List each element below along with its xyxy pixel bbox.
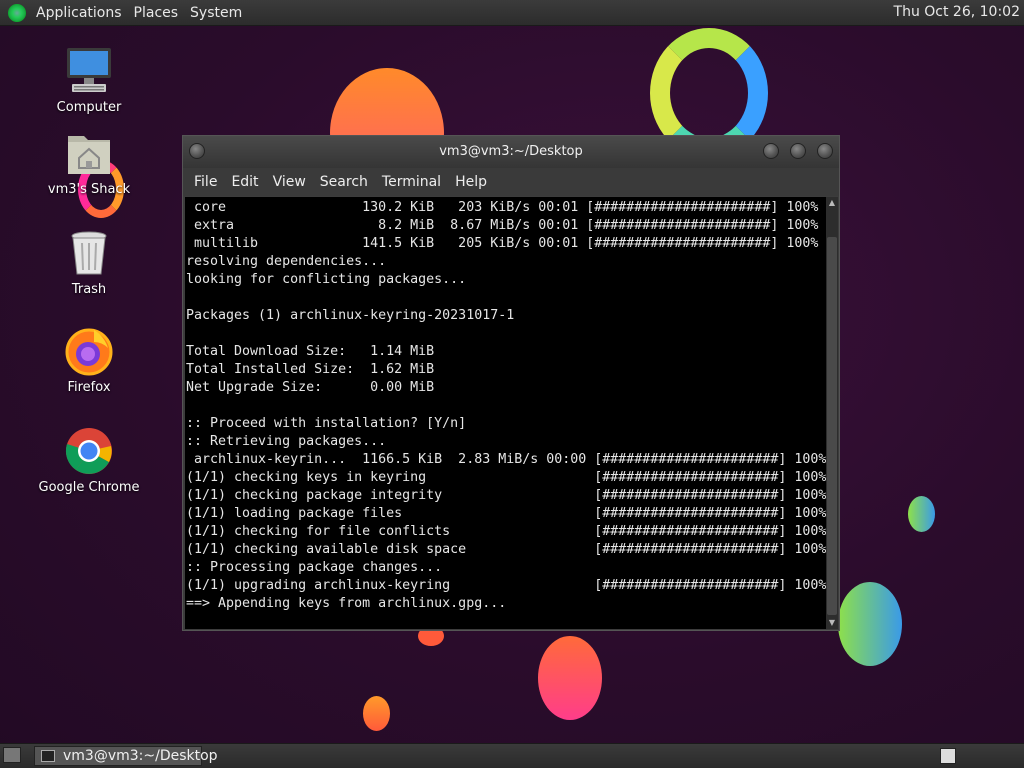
terminal-line: multilib 141.5 KiB 205 KiB/s 00:01 [####… — [186, 236, 819, 251]
bottom-panel: vm3@vm3:~/Desktop — [0, 743, 1024, 768]
window-title: vm3@vm3:~/Desktop — [439, 144, 583, 159]
scrollbar-thumb[interactable] — [827, 237, 837, 615]
terminal-line: :: Proceed with installation? [Y/n] — [186, 416, 467, 431]
scroll-down-icon[interactable]: ▼ — [826, 617, 838, 629]
desktop-icon-chrome[interactable]: Google Chrome — [34, 426, 144, 495]
wallpaper-small-green — [908, 496, 935, 532]
desktop-icon-label: Computer — [56, 100, 122, 115]
menu-file[interactable]: File — [187, 174, 224, 190]
terminal-line: ==> Appending keys from archlinux.gpg... — [186, 596, 507, 611]
terminal-line: extra 8.2 MiB 8.67 MiB/s 00:01 [########… — [186, 218, 819, 233]
menu-terminal[interactable]: Terminal — [375, 174, 448, 190]
terminal-line: looking for conflicting packages... — [186, 272, 467, 287]
firefox-icon — [64, 326, 114, 376]
terminal-line: archlinux-keyrin... 1166.5 KiB 2.83 MiB/… — [186, 452, 826, 467]
menu-view[interactable]: View — [266, 174, 313, 190]
terminal-line: (1/1) checking package integrity [######… — [186, 488, 826, 503]
desktop-icon-label: vm3's Shack — [47, 182, 131, 197]
desktop-icon-label: Google Chrome — [38, 480, 140, 495]
terminal-text: core 130.2 KiB 203 KiB/s 00:01 [########… — [185, 197, 826, 613]
wallpaper-green-oval — [838, 582, 902, 666]
desktop-icon-firefox[interactable]: Firefox — [34, 326, 144, 395]
terminal-scrollbar[interactable]: ▲ ▼ — [826, 197, 838, 629]
home-folder-icon — [64, 128, 114, 178]
terminal-line: :: Retrieving packages... — [186, 434, 387, 449]
terminal-line: Total Download Size: 1.14 MiB — [186, 344, 435, 359]
top-panel: Applications Places System Thu Oct 26, 1… — [0, 0, 1024, 26]
scroll-up-icon[interactable]: ▲ — [826, 197, 838, 209]
distro-logo-icon[interactable] — [8, 3, 26, 22]
terminal-line: (1/1) checking keys in keyring [########… — [186, 470, 826, 485]
window-menu-icon[interactable] — [189, 143, 205, 159]
desktop-icon-computer[interactable]: Computer — [34, 46, 144, 115]
terminal-titlebar[interactable]: vm3@vm3:~/Desktop — [183, 136, 839, 168]
maximize-icon[interactable] — [790, 143, 806, 159]
workspace-switcher[interactable] — [940, 748, 956, 764]
chrome-icon — [64, 426, 114, 476]
taskbar-window-label: vm3@vm3:~/Desktop — [63, 748, 218, 764]
menu-system[interactable]: System — [186, 5, 250, 21]
terminal-line: Packages (1) archlinux-keyring-20231017-… — [186, 308, 515, 323]
terminal-line: resolving dependencies... — [186, 254, 387, 269]
terminal-line: (1/1) checking available disk space [###… — [186, 542, 826, 557]
terminal-line: (1/1) upgrading archlinux-keyring [#####… — [186, 578, 826, 593]
terminal-icon — [41, 750, 55, 762]
minimize-icon[interactable] — [763, 143, 779, 159]
menu-help[interactable]: Help — [448, 174, 494, 190]
menu-edit[interactable]: Edit — [224, 174, 265, 190]
panel-clock[interactable]: Thu Oct 26, 10:02 — [894, 4, 1020, 20]
terminal-window[interactable]: vm3@vm3:~/Desktop File Edit View Search … — [182, 135, 840, 631]
terminal-line: (1/1) loading package files [###########… — [186, 506, 826, 521]
menu-applications[interactable]: Applications — [32, 5, 130, 21]
taskbar-window-button[interactable]: vm3@vm3:~/Desktop — [34, 746, 218, 766]
desktop-icon-trash[interactable]: Trash — [34, 228, 144, 297]
terminal-menubar: File Edit View Search Terminal Help — [183, 168, 839, 196]
terminal-line: (1/1) checking for file conflicts [#####… — [186, 524, 826, 539]
terminal-line: Total Installed Size: 1.62 MiB — [186, 362, 435, 377]
terminal-line: core 130.2 KiB 203 KiB/s 00:01 [########… — [186, 200, 819, 215]
close-icon[interactable] — [817, 143, 833, 159]
computer-icon — [64, 46, 114, 96]
desktop-icon-label: Trash — [71, 282, 107, 297]
desktop-icon-label: Firefox — [67, 380, 111, 395]
terminal-line: :: Processing package changes... — [186, 560, 443, 575]
terminal-line: Net Upgrade Size: 0.00 MiB — [186, 380, 435, 395]
show-desktop-icon[interactable] — [3, 747, 21, 763]
wallpaper-pink-oval — [538, 636, 602, 720]
menu-places[interactable]: Places — [130, 5, 187, 21]
wallpaper-small-orange — [363, 696, 390, 731]
terminal-output[interactable]: core 130.2 KiB 203 KiB/s 00:01 [########… — [185, 197, 826, 629]
menu-search[interactable]: Search — [313, 174, 375, 190]
trash-icon — [64, 228, 114, 278]
desktop-icon-home[interactable]: vm3's Shack — [34, 128, 144, 197]
